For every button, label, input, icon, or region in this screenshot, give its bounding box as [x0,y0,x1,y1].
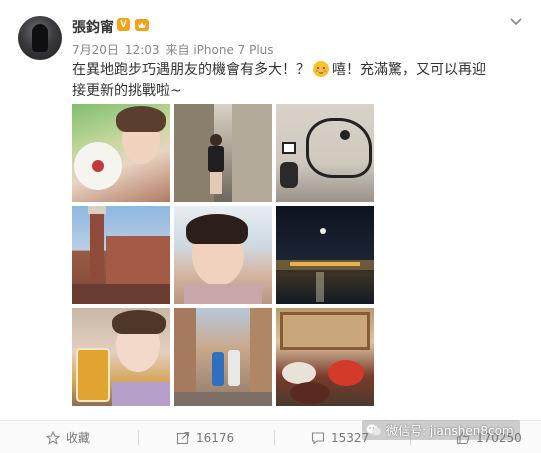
member-crown-icon [135,19,149,31]
share-button[interactable]: 16176 [176,421,234,453]
comment-button[interactable]: 15327 [311,421,369,453]
post-meta: 7月20日 12:03 来自 iPhone 7 Plus [72,41,280,58]
photo-beer-selfie[interactable] [72,308,170,406]
post-text-part1: 在異地跑步巧遇朋友的機會有多大！？ [72,62,310,78]
photo-grid [72,104,378,410]
share-icon [176,431,190,444]
favorite-label: 收藏 [66,431,91,445]
photo-selfie-sky[interactable] [174,206,272,304]
chevron-down-icon[interactable] [509,15,523,29]
shy-face-emoji-icon [313,61,329,77]
photo-street-walk[interactable] [174,104,272,202]
weibo-post-card: 張鈞甯 V 7月20日 12:03 来自 iPhone 7 Plus 在異地跑步巧遇… [0,0,541,453]
post-text: 在異地跑步巧遇朋友的機會有多大！？ 嘻！充滿驚，又可以再迎接更新的挑戰啦~ [72,60,492,102]
post-source: 来自 iPhone 7 Plus [165,43,274,57]
user-avatar[interactable] [18,16,62,60]
photo-graffiti-wall[interactable] [276,104,374,202]
star-icon [46,430,60,445]
watermark-text: 微信号: jianshen8com [386,423,514,438]
wechat-icon [366,424,381,436]
footer-divider [138,430,139,445]
username[interactable]: 張鈞甯 [72,17,114,37]
post-date[interactable]: 7月20日 [72,43,119,57]
photo-street-friends[interactable] [174,308,272,406]
favorite-button[interactable]: 收藏 [46,421,90,453]
verified-badge-icon: V [117,18,130,31]
photo-food-table[interactable] [276,308,374,406]
share-count: 16176 [196,430,235,445]
footer-divider [274,430,275,445]
photo-night-river[interactable] [276,206,374,304]
photo-siena-tower[interactable] [72,206,170,304]
wechat-watermark: 微信号: jianshen8com [362,420,520,440]
post-time[interactable]: 12:03 [125,43,160,57]
comment-icon [311,431,325,445]
photo-flower-selfie[interactable] [72,104,170,202]
